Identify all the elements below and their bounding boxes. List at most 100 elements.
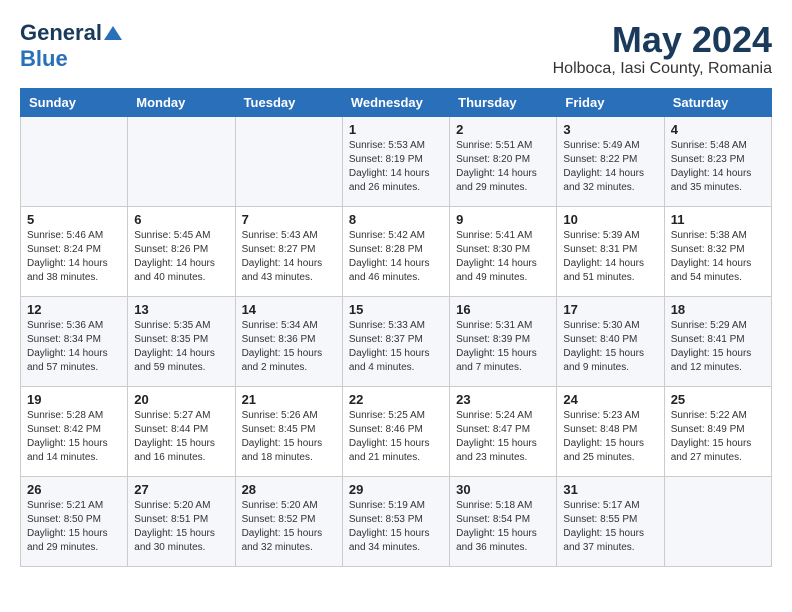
calendar-cell: 9 Sunrise: 5:41 AM Sunset: 8:30 PM Daylig… bbox=[450, 206, 557, 296]
day-info: Sunrise: 5:30 AM Sunset: 8:40 PM Dayligh… bbox=[563, 319, 657, 375]
day-number: 18 bbox=[671, 302, 765, 317]
calendar-cell: 26 Sunrise: 5:21 AM Sunset: 8:50 PM Dayli… bbox=[21, 476, 128, 566]
day-info: Sunrise: 5:31 AM Sunset: 8:39 PM Dayligh… bbox=[456, 319, 550, 375]
day-number: 28 bbox=[242, 482, 336, 497]
day-header-saturday: Saturday bbox=[664, 88, 771, 116]
calendar-cell: 21 Sunrise: 5:26 AM Sunset: 8:45 PM Dayli… bbox=[235, 386, 342, 476]
day-number: 13 bbox=[134, 302, 228, 317]
day-number: 3 bbox=[563, 122, 657, 137]
day-info: Sunrise: 5:39 AM Sunset: 8:31 PM Dayligh… bbox=[563, 229, 657, 285]
calendar-cell: 17 Sunrise: 5:30 AM Sunset: 8:40 PM Dayli… bbox=[557, 296, 664, 386]
day-number: 22 bbox=[349, 392, 443, 407]
day-info: Sunrise: 5:48 AM Sunset: 8:23 PM Dayligh… bbox=[671, 139, 765, 195]
day-number: 1 bbox=[349, 122, 443, 137]
calendar-cell: 3Sunrise: 5:49 AM Sunset: 8:22 PM Daylig… bbox=[557, 116, 664, 206]
calendar-cell: 7Sunrise: 5:43 AM Sunset: 8:27 PM Daylig… bbox=[235, 206, 342, 296]
day-number: 24 bbox=[563, 392, 657, 407]
day-info: Sunrise: 5:28 AM Sunset: 8:42 PM Dayligh… bbox=[27, 409, 121, 465]
day-number: 19 bbox=[27, 392, 121, 407]
calendar-cell bbox=[235, 116, 342, 206]
day-info: Sunrise: 5:51 AM Sunset: 8:20 PM Dayligh… bbox=[456, 139, 550, 195]
calendar-week-row: 5 Sunrise: 5:46 AM Sunset: 8:24 PM Daylig… bbox=[21, 206, 772, 296]
calendar-week-row: 12 Sunrise: 5:36 AM Sunset: 8:34 PM Dayli… bbox=[21, 296, 772, 386]
calendar-week-row: 1 Sunrise: 5:53 AM Sunset: 8:19 PM Daylig… bbox=[21, 116, 772, 206]
calendar-cell: 19 Sunrise: 5:28 AM Sunset: 8:42 PM Dayli… bbox=[21, 386, 128, 476]
day-number: 26 bbox=[27, 482, 121, 497]
day-number: 12 bbox=[27, 302, 121, 317]
day-number: 6 bbox=[134, 212, 228, 227]
calendar-cell: 23Sunrise: 5:24 AM Sunset: 8:47 PM Dayli… bbox=[450, 386, 557, 476]
day-number: 11 bbox=[671, 212, 765, 227]
day-info: Sunrise: 5:41 AM Sunset: 8:30 PM Dayligh… bbox=[456, 229, 550, 285]
calendar-cell: 2 Sunrise: 5:51 AM Sunset: 8:20 PM Daylig… bbox=[450, 116, 557, 206]
day-number: 23 bbox=[456, 392, 550, 407]
day-number: 27 bbox=[134, 482, 228, 497]
day-info: Sunrise: 5:18 AM Sunset: 8:54 PM Dayligh… bbox=[456, 499, 550, 555]
calendar-cell: 30Sunrise: 5:18 AM Sunset: 8:54 PM Dayli… bbox=[450, 476, 557, 566]
calendar-cell: 15 Sunrise: 5:33 AM Sunset: 8:37 PM Dayli… bbox=[342, 296, 449, 386]
day-number: 9 bbox=[456, 212, 550, 227]
day-header-monday: Monday bbox=[128, 88, 235, 116]
day-info: Sunrise: 5:19 AM Sunset: 8:53 PM Dayligh… bbox=[349, 499, 443, 555]
day-info: Sunrise: 5:33 AM Sunset: 8:37 PM Dayligh… bbox=[349, 319, 443, 375]
day-info: Sunrise: 5:34 AM Sunset: 8:36 PM Dayligh… bbox=[242, 319, 336, 375]
calendar-cell: 29 Sunrise: 5:19 AM Sunset: 8:53 PM Dayli… bbox=[342, 476, 449, 566]
calendar-cell: 24Sunrise: 5:23 AM Sunset: 8:48 PM Dayli… bbox=[557, 386, 664, 476]
calendar-cell: 1 Sunrise: 5:53 AM Sunset: 8:19 PM Daylig… bbox=[342, 116, 449, 206]
page-header: General Blue May 2024 Holboca, Iasi Coun… bbox=[20, 20, 772, 78]
day-info: Sunrise: 5:20 AM Sunset: 8:52 PM Dayligh… bbox=[242, 499, 336, 555]
day-info: Sunrise: 5:20 AM Sunset: 8:51 PM Dayligh… bbox=[134, 499, 228, 555]
day-info: Sunrise: 5:17 AM Sunset: 8:55 PM Dayligh… bbox=[563, 499, 657, 555]
day-number: 7 bbox=[242, 212, 336, 227]
calendar-cell: 8 Sunrise: 5:42 AM Sunset: 8:28 PM Daylig… bbox=[342, 206, 449, 296]
day-number: 17 bbox=[563, 302, 657, 317]
day-info: Sunrise: 5:22 AM Sunset: 8:49 PM Dayligh… bbox=[671, 409, 765, 465]
day-info: Sunrise: 5:26 AM Sunset: 8:45 PM Dayligh… bbox=[242, 409, 336, 465]
day-number: 5 bbox=[27, 212, 121, 227]
calendar-cell: 27 Sunrise: 5:20 AM Sunset: 8:51 PM Dayli… bbox=[128, 476, 235, 566]
calendar-cell bbox=[128, 116, 235, 206]
calendar-cell: 11 Sunrise: 5:38 AM Sunset: 8:32 PM Dayli… bbox=[664, 206, 771, 296]
day-info: Sunrise: 5:38 AM Sunset: 8:32 PM Dayligh… bbox=[671, 229, 765, 285]
day-number: 15 bbox=[349, 302, 443, 317]
calendar-cell: 14Sunrise: 5:34 AM Sunset: 8:36 PM Dayli… bbox=[235, 296, 342, 386]
day-header-sunday: Sunday bbox=[21, 88, 128, 116]
day-info: Sunrise: 5:53 AM Sunset: 8:19 PM Dayligh… bbox=[349, 139, 443, 195]
calendar-week-row: 19 Sunrise: 5:28 AM Sunset: 8:42 PM Dayli… bbox=[21, 386, 772, 476]
logo-triangle-icon bbox=[104, 26, 122, 40]
day-header-wednesday: Wednesday bbox=[342, 88, 449, 116]
calendar-cell bbox=[21, 116, 128, 206]
calendar-cell bbox=[664, 476, 771, 566]
day-number: 29 bbox=[349, 482, 443, 497]
calendar-header-row: SundayMondayTuesdayWednesdayThursdayFrid… bbox=[21, 88, 772, 116]
calendar-cell: 22 Sunrise: 5:25 AM Sunset: 8:46 PM Dayli… bbox=[342, 386, 449, 476]
day-number: 31 bbox=[563, 482, 657, 497]
day-info: Sunrise: 5:45 AM Sunset: 8:26 PM Dayligh… bbox=[134, 229, 228, 285]
month-year-title: May 2024 bbox=[553, 20, 772, 60]
calendar-cell: 31 Sunrise: 5:17 AM Sunset: 8:55 PM Dayli… bbox=[557, 476, 664, 566]
day-info: Sunrise: 5:21 AM Sunset: 8:50 PM Dayligh… bbox=[27, 499, 121, 555]
calendar-cell: 6 Sunrise: 5:45 AM Sunset: 8:26 PM Daylig… bbox=[128, 206, 235, 296]
day-number: 21 bbox=[242, 392, 336, 407]
calendar-cell: 5 Sunrise: 5:46 AM Sunset: 8:24 PM Daylig… bbox=[21, 206, 128, 296]
logo-general: General bbox=[20, 20, 102, 46]
calendar-cell: 16 Sunrise: 5:31 AM Sunset: 8:39 PM Dayli… bbox=[450, 296, 557, 386]
day-info: Sunrise: 5:35 AM Sunset: 8:35 PM Dayligh… bbox=[134, 319, 228, 375]
day-header-tuesday: Tuesday bbox=[235, 88, 342, 116]
day-info: Sunrise: 5:29 AM Sunset: 8:41 PM Dayligh… bbox=[671, 319, 765, 375]
calendar-cell: 20 Sunrise: 5:27 AM Sunset: 8:44 PM Dayli… bbox=[128, 386, 235, 476]
day-info: Sunrise: 5:25 AM Sunset: 8:46 PM Dayligh… bbox=[349, 409, 443, 465]
calendar-cell: 28 Sunrise: 5:20 AM Sunset: 8:52 PM Dayli… bbox=[235, 476, 342, 566]
day-number: 8 bbox=[349, 212, 443, 227]
day-info: Sunrise: 5:42 AM Sunset: 8:28 PM Dayligh… bbox=[349, 229, 443, 285]
calendar-cell: 10Sunrise: 5:39 AM Sunset: 8:31 PM Dayli… bbox=[557, 206, 664, 296]
title-block: May 2024 Holboca, Iasi County, Romania bbox=[553, 20, 772, 78]
location-subtitle: Holboca, Iasi County, Romania bbox=[553, 60, 772, 78]
day-number: 16 bbox=[456, 302, 550, 317]
logo-blue: Blue bbox=[20, 46, 68, 72]
day-info: Sunrise: 5:27 AM Sunset: 8:44 PM Dayligh… bbox=[134, 409, 228, 465]
day-number: 2 bbox=[456, 122, 550, 137]
day-number: 20 bbox=[134, 392, 228, 407]
day-info: Sunrise: 5:46 AM Sunset: 8:24 PM Dayligh… bbox=[27, 229, 121, 285]
day-info: Sunrise: 5:36 AM Sunset: 8:34 PM Dayligh… bbox=[27, 319, 121, 375]
